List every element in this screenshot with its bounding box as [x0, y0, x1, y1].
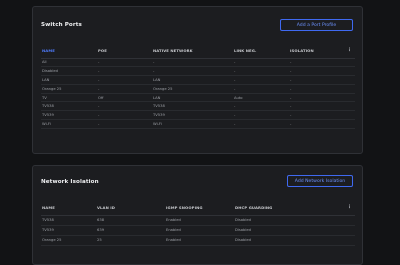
cell-name: TV539 — [41, 110, 97, 121]
table-row[interactable]: Orange 25- Orange 25- - — [41, 84, 355, 94]
table-row[interactable]: All - - - - — [41, 58, 355, 68]
table-row[interactable]: TV538 638 Enabled Disabled — [41, 215, 355, 226]
cell-isolation: - — [289, 58, 344, 68]
column-header-poe[interactable]: POE — [97, 43, 152, 59]
table-row[interactable]: Orange 25 25 Enabled Disabled — [41, 235, 355, 246]
table-header-row: NAME VLAN ID IGMP SNOOPING DHCP GUARDING… — [41, 200, 355, 216]
column-header-dhcp-guarding[interactable]: DHCP GUARDING — [234, 200, 344, 216]
cell-spacer — [344, 66, 355, 77]
cell-link: - — [233, 75, 289, 85]
cell-isolation: - — [289, 93, 344, 103]
cell-spacer — [344, 58, 355, 68]
cell-vlan: 638 — [96, 215, 165, 226]
switch-ports-table: NAME POE NATIVE NETWORK LINK NEG. ISOLAT… — [41, 43, 355, 129]
network-isolation-title: Network Isolation — [41, 179, 99, 185]
table-header-row: NAME POE NATIVE NETWORK LINK NEG. ISOLAT… — [41, 43, 355, 59]
table-row[interactable]: TV539 639 Enabled Disabled — [41, 225, 355, 236]
cell-name: TV539 — [41, 225, 96, 236]
cell-native: - — [152, 58, 233, 68]
table-row[interactable]: TV539- TV539- - — [41, 110, 355, 121]
cell-poe: - — [97, 58, 152, 68]
cell-spacer — [344, 235, 355, 246]
cell-spacer — [344, 225, 355, 236]
column-header-native-network[interactable]: NATIVE NETWORK — [152, 43, 233, 59]
column-header-name[interactable]: NAME — [41, 200, 96, 216]
add-network-isolation-button[interactable]: Add Network Isolation — [287, 175, 353, 187]
cell-isolation: - — [289, 75, 344, 85]
table-row[interactable]: TV Off LAN Auto - — [41, 93, 355, 103]
cell-native: TV539 — [152, 110, 233, 121]
switch-ports-card: Switch Ports Add a Port Profile NAME POE… — [32, 6, 363, 154]
cell-native: LAN — [152, 75, 233, 85]
table-row[interactable]: Wi-Fi - Wi-Fi - - — [41, 119, 355, 129]
cell-name: Orange 25 — [41, 84, 97, 94]
add-port-profile-button[interactable]: Add a Port Profile — [280, 19, 353, 31]
column-header-name[interactable]: NAME — [41, 43, 97, 59]
cell-poe: - — [97, 101, 152, 112]
cell-vlan: 25 — [96, 235, 165, 246]
cell-native: TV538 — [152, 101, 233, 112]
cell-isolation: - — [289, 119, 344, 129]
cell-native: Orange 25 — [152, 84, 233, 94]
cell-spacer — [344, 84, 355, 94]
cell-isolation: - — [289, 101, 344, 112]
cell-spacer — [344, 119, 355, 129]
cell-name: TV — [41, 93, 97, 103]
cell-native: - — [152, 66, 233, 77]
cell-link: - — [233, 84, 289, 94]
cell-poe: - — [97, 75, 152, 85]
cell-poe: - — [97, 66, 152, 77]
switch-ports-title: Switch Ports — [41, 22, 82, 28]
cell-name: All — [41, 58, 97, 68]
table-row[interactable]: Disabled - - - - — [41, 66, 355, 77]
cell-isolation: - — [289, 110, 344, 121]
cell-poe: - — [97, 119, 152, 129]
column-menu-icon[interactable]: ⋮ — [344, 43, 355, 59]
cell-native: Wi-Fi — [152, 119, 233, 129]
cell-spacer — [344, 101, 355, 112]
cell-link: - — [233, 66, 289, 77]
network-isolation-table: NAME VLAN ID IGMP SNOOPING DHCP GUARDING… — [41, 200, 355, 246]
cell-dhcp: Disabled — [234, 225, 344, 236]
cell-igmp: Enabled — [165, 225, 234, 236]
cell-link: Auto — [233, 93, 289, 103]
cell-spacer — [344, 110, 355, 121]
cell-spacer — [344, 215, 355, 226]
column-menu-icon[interactable]: ⋮ — [344, 200, 355, 216]
cell-link: - — [233, 101, 289, 112]
cell-dhcp: Disabled — [234, 215, 344, 226]
cell-igmp: Enabled — [165, 215, 234, 226]
cell-spacer — [344, 93, 355, 103]
cell-dhcp: Disabled — [234, 235, 344, 246]
cell-link: - — [233, 58, 289, 68]
cell-poe: - — [97, 84, 152, 94]
cell-poe: - — [97, 110, 152, 121]
column-header-link-neg[interactable]: LINK NEG. — [233, 43, 289, 59]
column-header-igmp-snooping[interactable]: IGMP SNOOPING — [165, 200, 234, 216]
column-header-vlan-id[interactable]: VLAN ID — [96, 200, 165, 216]
cell-name: Wi-Fi — [41, 119, 97, 129]
cell-name: LAN — [41, 75, 97, 85]
cell-poe: Off — [97, 93, 152, 103]
network-isolation-card: Network Isolation Add Network Isolation … — [32, 165, 363, 265]
cell-vlan: 639 — [96, 225, 165, 236]
cell-name: Orange 25 — [41, 235, 96, 246]
column-header-isolation[interactable]: ISOLATION — [289, 43, 344, 59]
cell-isolation: - — [289, 84, 344, 94]
cell-name: Disabled — [41, 66, 97, 77]
cell-link: - — [233, 119, 289, 129]
cell-native: LAN — [152, 93, 233, 103]
table-row[interactable]: TV538- TV538- - — [41, 101, 355, 112]
cell-name: TV538 — [41, 101, 97, 112]
cell-name: TV538 — [41, 215, 96, 226]
cell-spacer — [344, 75, 355, 85]
cell-link: - — [233, 110, 289, 121]
table-row[interactable]: LAN - LAN - - — [41, 75, 355, 85]
cell-isolation: - — [289, 66, 344, 77]
cell-igmp: Enabled — [165, 235, 234, 246]
